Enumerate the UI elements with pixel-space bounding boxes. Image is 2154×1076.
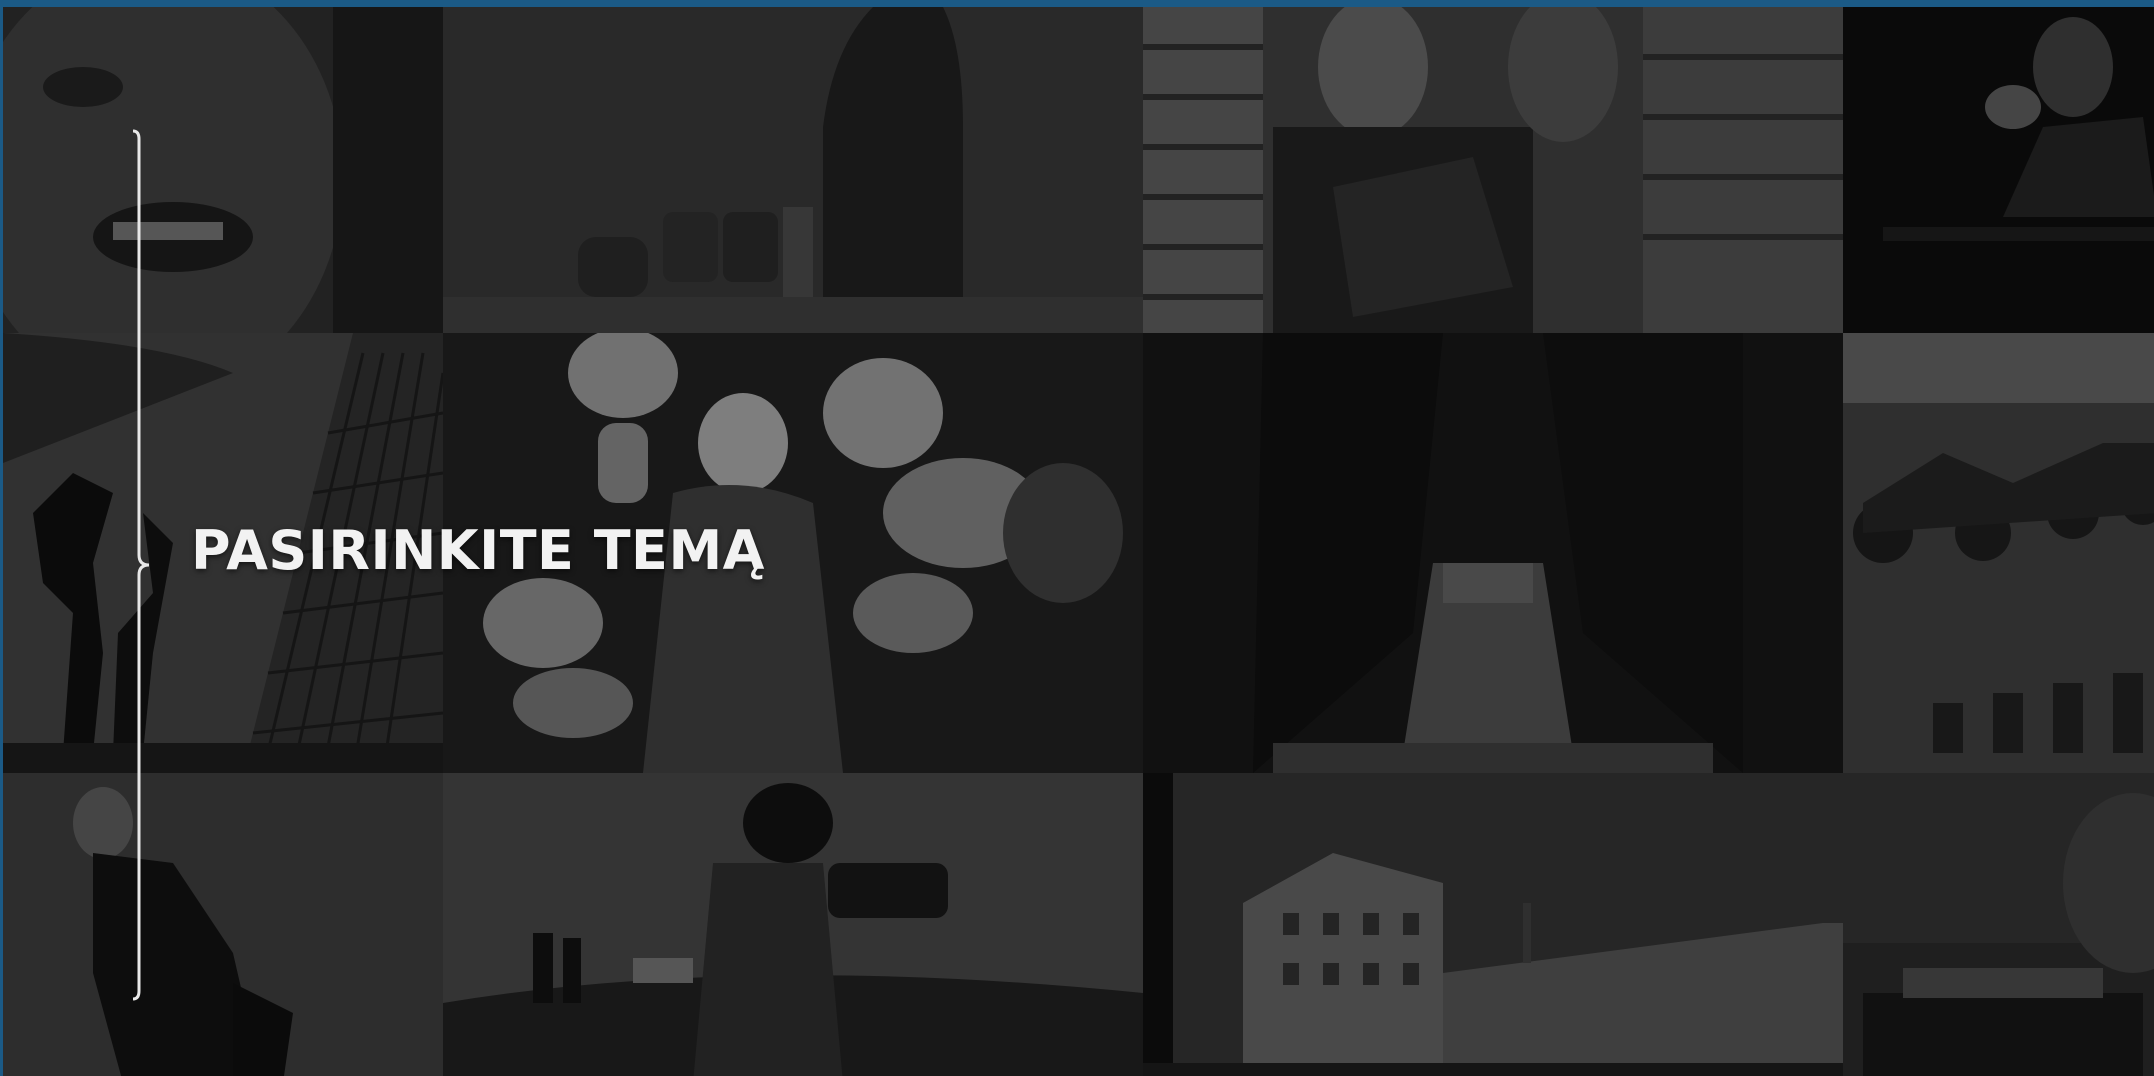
tile-ceramics[interactable] — [443, 7, 1143, 333]
vase-photo-icon — [443, 7, 1143, 333]
topic-grid: PASIRINKITE TEMĄ — [0, 0, 2154, 1076]
tile-buildings[interactable] — [1143, 773, 1843, 1076]
page-title: PASIRINKITE TEMĄ — [191, 519, 765, 582]
motorcycle-photo-icon — [1843, 333, 2154, 773]
tile-old-man[interactable] — [3, 773, 443, 1076]
tile-reader-books[interactable] — [1143, 7, 1843, 333]
camera-photo-icon — [443, 773, 1143, 1076]
tile-face-closeup[interactable] — [3, 7, 443, 333]
man-photo-icon — [3, 773, 443, 1076]
face-photo-icon — [3, 7, 443, 333]
bracket-icon — [132, 129, 150, 1001]
stage-photo-icon — [1143, 333, 1843, 773]
tile-table[interactable] — [1843, 773, 2154, 1076]
performer-photo-icon — [1843, 7, 2154, 333]
tile-motorcycles[interactable] — [1843, 333, 2154, 773]
tile-performer[interactable] — [1843, 7, 2154, 333]
tile-stage[interactable] — [1143, 333, 1843, 773]
tile-cameraman[interactable] — [443, 773, 1143, 1076]
building-photo-icon — [1143, 773, 1843, 1076]
book-reader-photo-icon — [1143, 7, 1843, 333]
table-photo-icon — [1843, 773, 2154, 1076]
